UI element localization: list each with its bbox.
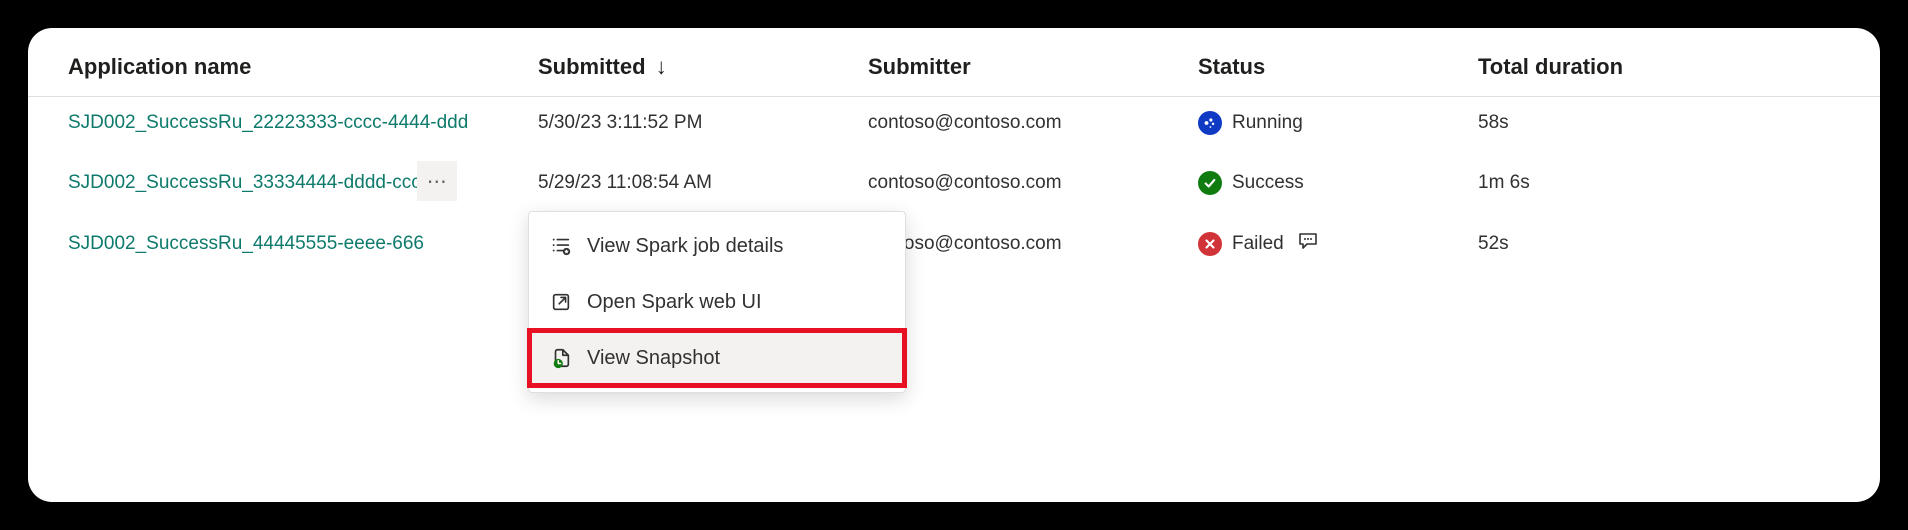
- menu-item-open-spark-web-ui[interactable]: Open Spark web UI: [529, 274, 905, 330]
- menu-item-label: View Snapshot: [587, 347, 720, 370]
- cell-duration: 1m 6s: [1458, 149, 1880, 217]
- cell-submitter: contoso@contoso.com: [848, 97, 1178, 150]
- table-row: SJD002_SuccessRu_33334444-dddd-ccc⋯5/29/…: [28, 149, 1880, 217]
- jobs-table: Application name Submitted ↓ Submitter S…: [28, 38, 1880, 271]
- application-name-link[interactable]: SJD002_SuccessRu_44445555-eeee-666: [68, 233, 424, 255]
- cell-application-name: SJD002_SuccessRu_44445555-eeee-666: [28, 217, 518, 271]
- running-status-icon: [1198, 111, 1222, 135]
- snapshot-icon: [549, 346, 573, 370]
- col-label: Submitted: [538, 54, 646, 79]
- menu-item-view-spark-job-details[interactable]: View Spark job details: [529, 218, 905, 274]
- table-body: SJD002_SuccessRu_22223333-cccc-4444-ddd 5…: [28, 97, 1880, 272]
- menu-item-label: View Spark job details: [587, 235, 783, 258]
- table-row: SJD002_SuccessRu_22223333-cccc-4444-ddd 5…: [28, 97, 1880, 150]
- col-status[interactable]: Status: [1178, 38, 1458, 97]
- failed-status-icon: [1198, 232, 1222, 256]
- status-text: Success: [1232, 172, 1304, 194]
- col-application-name[interactable]: Application name: [28, 38, 518, 97]
- cell-status: Failed: [1178, 217, 1458, 271]
- col-duration[interactable]: Total duration: [1458, 38, 1880, 97]
- col-label: Total duration: [1478, 54, 1623, 79]
- col-label: Submitter: [868, 54, 971, 79]
- success-status-icon: [1198, 171, 1222, 195]
- col-label: Application name: [68, 54, 251, 79]
- table-row: SJD002_SuccessRu_44445555-eeee-666contos…: [28, 217, 1880, 271]
- col-submitter[interactable]: Submitter: [848, 38, 1178, 97]
- col-label: Status: [1198, 54, 1265, 79]
- status-text: Failed: [1232, 233, 1284, 255]
- application-name-link[interactable]: SJD002_SuccessRu_33334444-dddd-ccc: [68, 172, 421, 194]
- more-options-button[interactable]: ⋯: [417, 161, 457, 201]
- context-menu: View Spark job details Open Spark web UI…: [528, 211, 906, 393]
- col-submitted[interactable]: Submitted ↓: [518, 38, 848, 97]
- open-external-icon: [549, 290, 573, 314]
- cell-status: Running: [1178, 97, 1458, 150]
- menu-item-label: Open Spark web UI: [587, 291, 762, 314]
- cell-application-name: SJD002_SuccessRu_33334444-dddd-ccc⋯: [28, 149, 518, 217]
- cell-application-name: SJD002_SuccessRu_22223333-cccc-4444-ddd: [28, 97, 518, 150]
- status-text: Running: [1232, 112, 1303, 134]
- sort-descending-icon: ↓: [656, 54, 667, 79]
- cell-submitted: 5/29/23 11:08:54 AM: [518, 149, 848, 217]
- menu-item-view-snapshot[interactable]: View Snapshot: [529, 330, 905, 386]
- list-star-icon: [549, 234, 573, 258]
- cell-submitter: contoso@contoso.com: [848, 149, 1178, 217]
- cell-duration: 58s: [1458, 97, 1880, 150]
- jobs-panel: Application name Submitted ↓ Submitter S…: [28, 28, 1880, 502]
- table-header: Application name Submitted ↓ Submitter S…: [28, 38, 1880, 97]
- cell-submitted: 5/30/23 3:11:52 PM: [518, 97, 848, 150]
- application-name-link[interactable]: SJD002_SuccessRu_22223333-cccc-4444-ddd: [68, 112, 468, 134]
- cell-status: Success: [1178, 149, 1458, 217]
- chat-icon[interactable]: [1298, 231, 1318, 257]
- cell-duration: 52s: [1458, 217, 1880, 271]
